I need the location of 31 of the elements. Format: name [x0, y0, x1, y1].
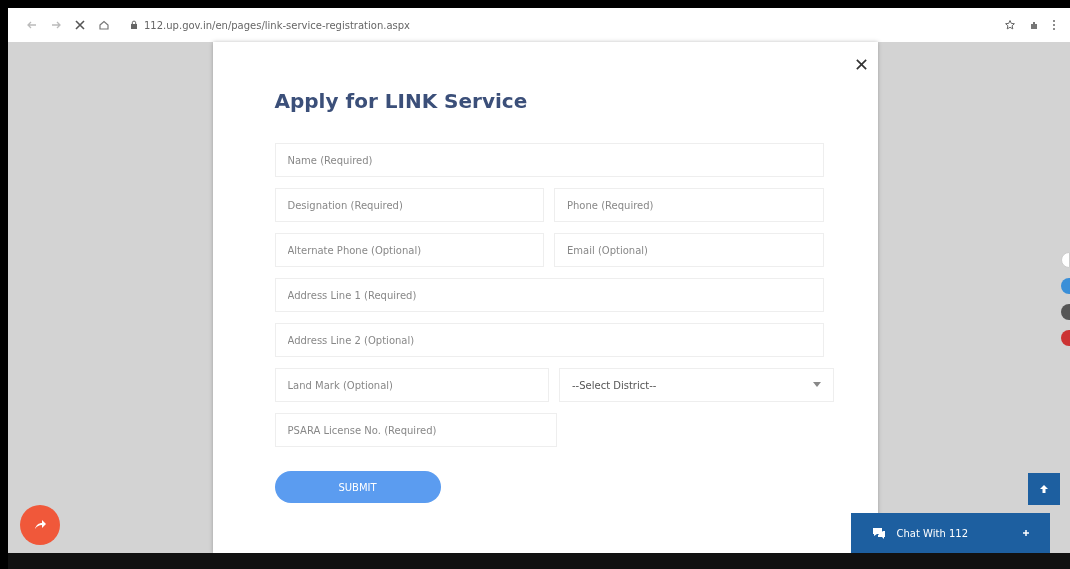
- address-bar[interactable]: 112.up.gov.in/en/pages/link-service-registration.aspx: [144, 19, 410, 31]
- chat-button[interactable]: Chat With 112: [850, 513, 1050, 553]
- input-field[interactable]: Name (Required): [274, 143, 824, 177]
- back-icon[interactable]: [26, 19, 38, 31]
- input-field[interactable]: Alternate Phone (Optional): [274, 233, 544, 267]
- side-widget-icon[interactable]: [1061, 304, 1070, 320]
- share-button[interactable]: [20, 505, 60, 545]
- input-field[interactable]: PSARA License No. (Required): [274, 413, 557, 447]
- close-icon[interactable]: [854, 58, 868, 71]
- stop-icon[interactable]: [74, 19, 86, 31]
- extension-icon[interactable]: [1028, 19, 1040, 31]
- input-field[interactable]: Address Line 2 (Optional): [274, 323, 824, 357]
- side-widget-icon[interactable]: [1061, 330, 1070, 346]
- plus-icon: [1022, 529, 1030, 537]
- star-icon[interactable]: [1004, 19, 1016, 31]
- modal-title: Apply for LINK Service: [274, 89, 529, 113]
- input-field[interactable]: Email (Optional): [554, 233, 824, 267]
- side-widget-icon[interactable]: [1061, 278, 1070, 294]
- input-field[interactable]: Phone (Required): [554, 188, 824, 222]
- chat-bubbles-icon: [870, 526, 887, 540]
- input-field[interactable]: Designation (Required): [274, 188, 544, 222]
- district-dropdown[interactable]: --Select District--: [559, 368, 834, 402]
- home-icon[interactable]: [98, 19, 110, 31]
- forward-icon[interactable]: [50, 19, 62, 31]
- input-field[interactable]: Land Mark (Optional): [274, 368, 549, 402]
- caret-icon: [812, 382, 821, 388]
- input-field[interactable]: Address Line 1 (Required): [274, 278, 824, 312]
- arrow-up-icon: [1039, 484, 1049, 494]
- menu-icon[interactable]: [1052, 19, 1056, 31]
- scroll-top-button[interactable]: [1028, 473, 1060, 505]
- lock-icon: [130, 20, 138, 30]
